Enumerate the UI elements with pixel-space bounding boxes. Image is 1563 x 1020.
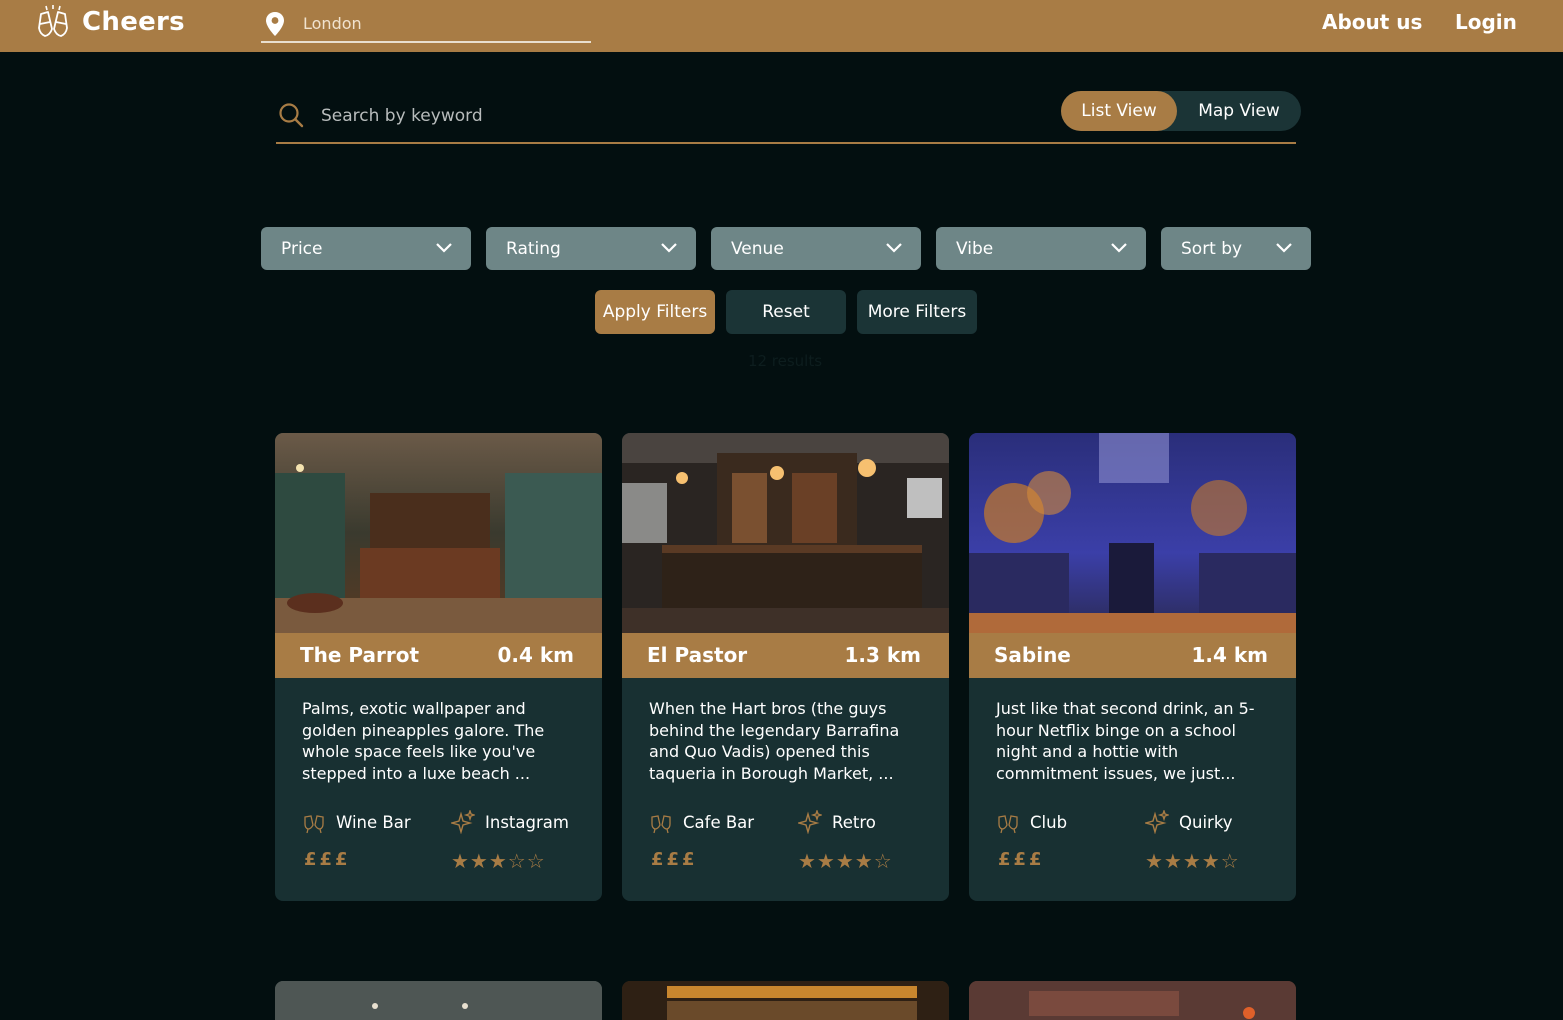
price-filter[interactable]: Price [261,227,471,270]
venue-name: The Parrot [300,643,420,667]
vibe-filter-label: Vibe [956,238,994,259]
card-header-band: Sabine 1.4 km [969,633,1296,678]
login-link[interactable]: Login [1455,10,1517,34]
cheers-glasses-icon [38,5,68,37]
chevron-down-icon [661,243,677,253]
venue-vibe-tag: Instagram [451,810,569,834]
rating-filter[interactable]: Rating [486,227,696,270]
venue-photo [969,981,1296,1020]
venue-card[interactable]: El Pastor 1.3 km When the Hart bros (the… [622,433,949,901]
chevron-down-icon [886,243,902,253]
price-level: £££ [304,849,351,870]
logo[interactable]: Cheers [36,4,185,40]
venue-type-label: Wine Bar [336,812,411,832]
venue-card[interactable]: Sabine 1.4 km Just like that second drin… [969,433,1296,901]
venue-vibe-tag: Quirky [1145,810,1233,834]
venue-photo [275,433,602,633]
venue-photo [275,981,602,1020]
chevron-down-icon [1111,243,1127,253]
star-rating: ★★★★☆ [1145,849,1240,873]
price-filter-label: Price [281,238,323,259]
venue-description: Palms, exotic wallpaper and golden pinea… [302,699,545,783]
venue-vibe-label: Retro [832,812,876,832]
venue-card[interactable] [622,981,949,1020]
star-rating: ★★★★☆ [798,849,893,873]
sort-by-filter[interactable]: Sort by [1161,227,1311,270]
venue-filter[interactable]: Venue [711,227,921,270]
search-icon [279,103,304,128]
about-us-link[interactable]: About us [1322,10,1422,34]
venue-type-tag: Cafe Bar [649,810,754,834]
more-filters-button[interactable]: More Filters [857,290,977,334]
venue-card[interactable]: The Parrot 0.4 km Palms, exotic wallpape… [275,433,602,901]
glasses-icon [998,815,1018,834]
map-view-button[interactable]: Map View [1177,91,1301,131]
venue-type-tag: Wine Bar [302,810,411,834]
sparkle-icon [1145,810,1169,834]
venue-filter-label: Venue [731,238,784,259]
venue-vibe-tag: Retro [798,810,876,834]
app-name: Cheers [82,7,185,37]
star-rating: ★★★☆☆ [451,849,546,873]
venue-description: When the Hart bros (the guys behind the … [649,699,900,783]
sparkle-icon [798,810,822,834]
venue-card[interactable] [969,981,1296,1020]
venue-type-tag: Club [996,810,1067,834]
venue-photo [969,433,1296,633]
venue-card[interactable] [275,981,602,1020]
price-level: £££ [651,849,698,870]
list-view-button[interactable]: List View [1061,91,1177,131]
glasses-icon [304,815,324,834]
rating-filter-label: Rating [506,238,561,259]
venue-distance: 1.4 km [1191,643,1268,667]
top-header: Cheers About us Login [0,0,1563,52]
price-level: £££ [998,849,1045,870]
location-field[interactable] [261,6,591,43]
chevron-down-icon [436,243,452,253]
venue-photo [622,981,949,1020]
card-header-band: The Parrot 0.4 km [275,633,602,678]
card-header-band: El Pastor 1.3 km [622,633,949,678]
venue-distance: 1.3 km [844,643,921,667]
venue-name: El Pastor [647,643,748,667]
reset-button[interactable]: Reset [726,290,846,334]
vibe-filter[interactable]: Vibe [936,227,1146,270]
venue-description: Just like that second drink, an 5-hour N… [996,699,1255,783]
venue-distance: 0.4 km [497,643,574,667]
venue-type-label: Cafe Bar [683,812,755,832]
venue-photo [622,433,949,633]
results-count: 12 results [747,352,823,370]
map-pin-icon [266,11,284,36]
chevron-down-icon [1276,243,1292,253]
sparkle-icon [451,810,475,834]
venue-type-label: Club [1030,812,1068,832]
view-toggle: List View Map View [1061,91,1301,131]
venue-name: Sabine [994,643,1071,667]
apply-filters-button[interactable]: Apply Filters [595,290,715,334]
search-input[interactable] [321,102,1021,130]
venue-vibe-label: Quirky [1179,812,1233,832]
venue-vibe-label: Instagram [485,812,569,832]
sort-by-filter-label: Sort by [1181,238,1243,259]
glasses-icon [651,815,671,834]
location-input[interactable] [303,14,563,33]
